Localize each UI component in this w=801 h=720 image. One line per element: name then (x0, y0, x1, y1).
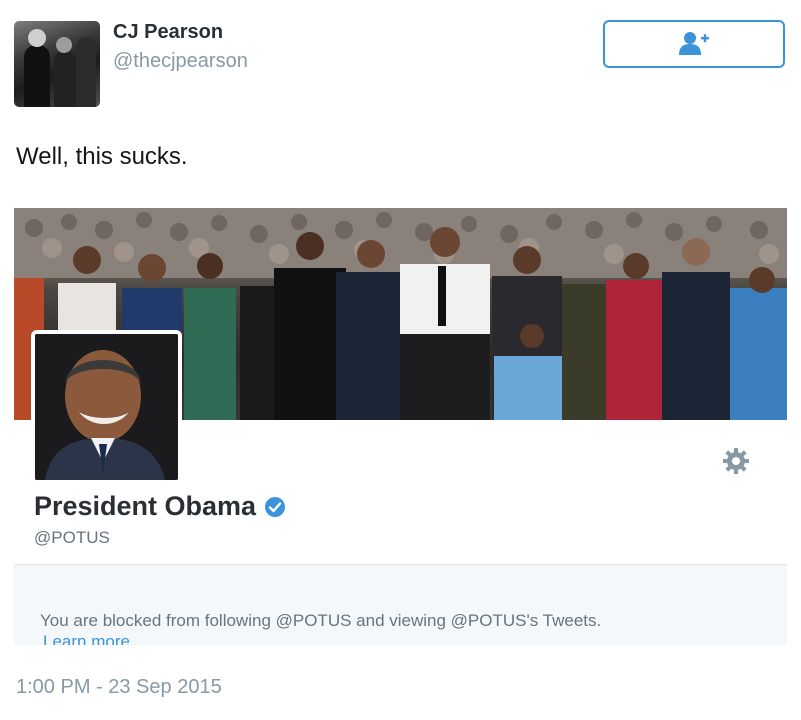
profile-portrait (35, 334, 178, 480)
add-user-icon (679, 32, 709, 55)
profile-name-text: President Obama (34, 491, 257, 521)
verified-badge-icon (265, 496, 286, 517)
tweet-text: Well, this sucks. (16, 143, 188, 170)
avatar-figure (24, 45, 50, 107)
avatar-figure-head (28, 29, 46, 47)
blocked-notice: You are blocked from following @POTUS an… (14, 564, 787, 645)
tweet-author-name[interactable]: CJ Pearson (113, 21, 223, 44)
tweet-timestamp[interactable]: 1:00 PM - 23 Sep 2015 (16, 676, 222, 699)
avatar-figure (76, 37, 96, 107)
blocked-message: You are blocked from following @POTUS an… (40, 611, 602, 630)
avatar-figure (54, 51, 76, 107)
profile-card-image: President Obama @POTUS You are blocked f… (14, 208, 787, 645)
tweet-author-handle[interactable]: @thecjpearson (113, 50, 248, 73)
avatar-figure-head (56, 37, 72, 53)
profile-name: President Obama (34, 491, 286, 522)
gear-icon[interactable] (721, 446, 751, 476)
profile-photo (31, 330, 182, 484)
follow-button[interactable] (603, 20, 785, 68)
profile-handle: @POTUS (34, 528, 110, 547)
tweet-author-avatar[interactable] (14, 21, 100, 107)
learn-more-link: Learn more (43, 632, 130, 645)
